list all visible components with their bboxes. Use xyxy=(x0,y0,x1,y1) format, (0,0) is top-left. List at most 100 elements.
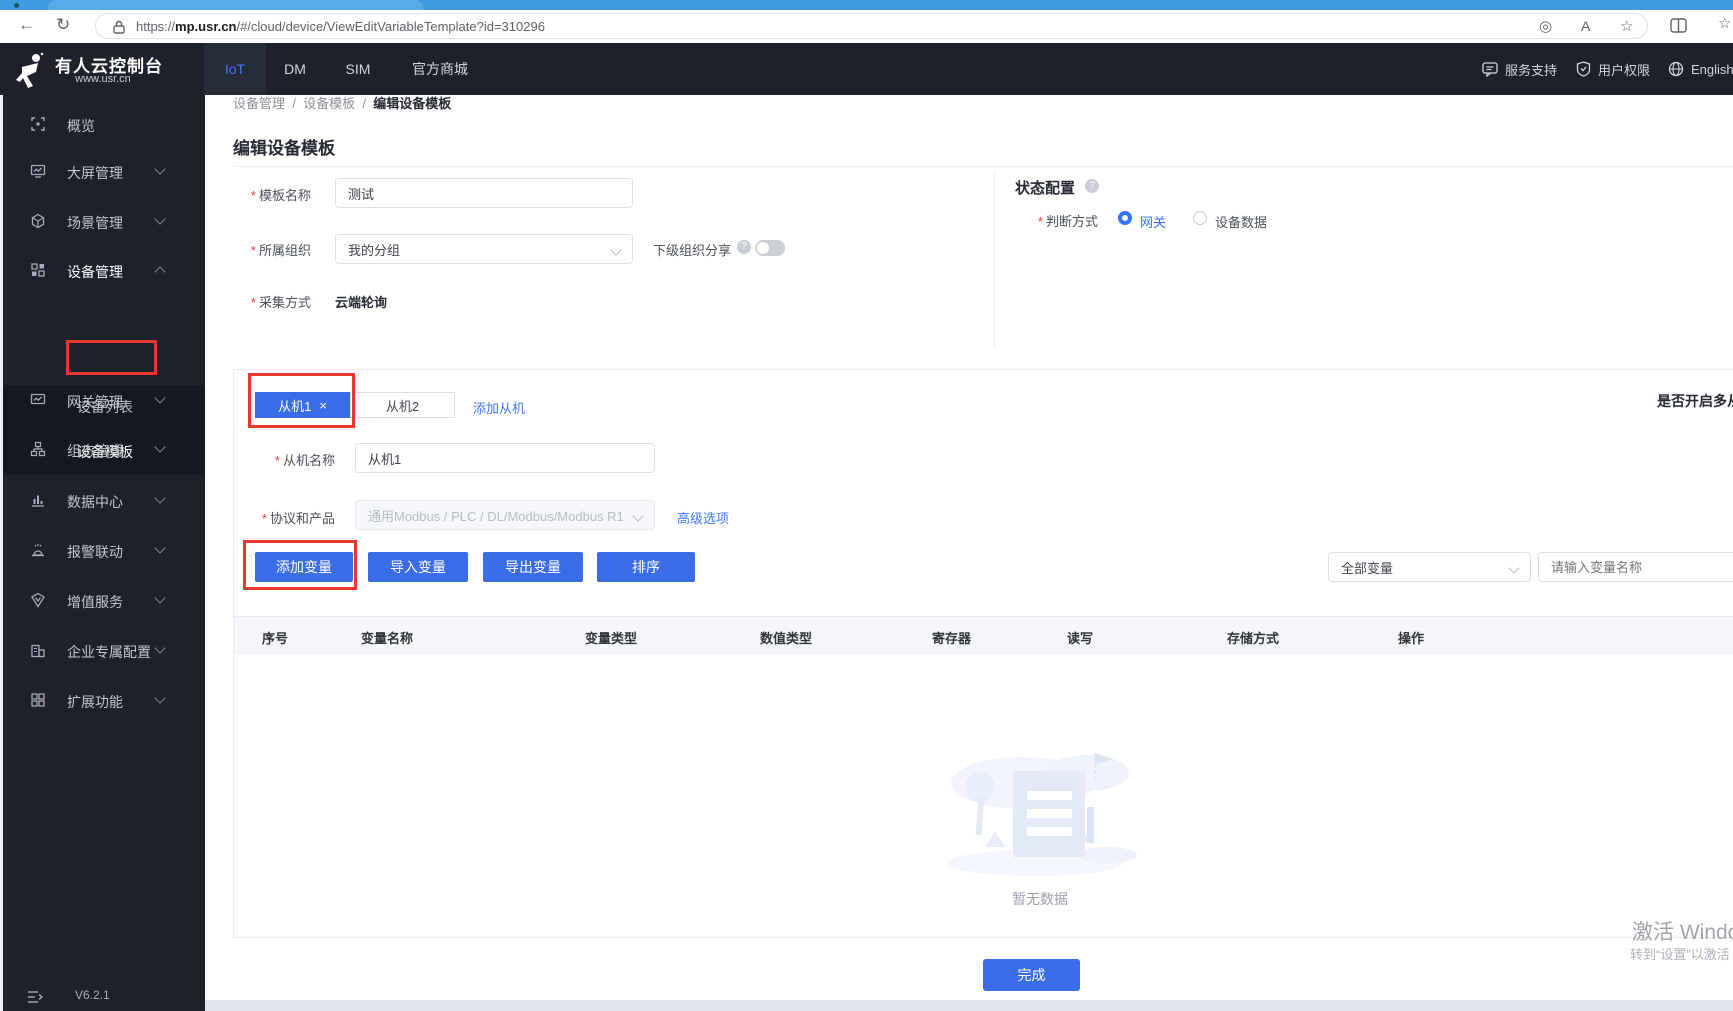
nav-language[interactable]: English xyxy=(1668,43,1733,95)
read-aloud-icon[interactable]: A xyxy=(1581,18,1590,34)
divider xyxy=(994,171,995,348)
chevron-down-icon xyxy=(154,642,166,654)
sidebar-item-scada[interactable]: 组态管理 xyxy=(0,424,205,474)
toggle-knob xyxy=(757,242,769,254)
sidebar-item-label: 增值服务 xyxy=(67,594,123,610)
tab-dm[interactable]: DM xyxy=(266,43,324,95)
refresh-icon[interactable]: ↻ xyxy=(56,15,70,35)
browser-tab[interactable] xyxy=(48,0,423,10)
help-icon[interactable]: ? xyxy=(737,240,751,254)
chat-icon xyxy=(1482,61,1498,77)
slave-tab-label: 从机2 xyxy=(385,398,420,414)
variable-search-input[interactable] xyxy=(1538,552,1733,582)
browser-toolbar: ← ↻ https://mp.usr.cn/#/cloud/device/Vie… xyxy=(0,10,1733,44)
add-slave-link[interactable]: 添加从机 xyxy=(473,398,525,417)
tab-official-store[interactable]: 官方商城 xyxy=(392,43,488,95)
breadcrumb-item[interactable]: 设备管理 xyxy=(233,96,285,111)
sidebar-item-alarm[interactable]: 报警联动 xyxy=(0,525,205,575)
grid-icon xyxy=(31,693,45,707)
col-header-storage: 存储方式 xyxy=(1227,631,1280,646)
breadcrumb: 设备管理 / 设备模板 / 编辑设备模板 xyxy=(233,96,452,111)
protocol-select-value: 通用Modbus / PLC / DL/Modbus/Modbus R1 xyxy=(368,508,624,524)
advanced-options-link[interactable]: 高级选项 xyxy=(677,508,729,527)
nav-user-permission-label: 用户权限 xyxy=(1598,62,1651,78)
sidebar-item-label: 扩展功能 xyxy=(67,694,123,710)
variable-filter-value: 全部变量 xyxy=(1341,560,1394,576)
multi-slave-label: 是否开启多从机 xyxy=(1657,393,1733,409)
sidebar-item-gateway[interactable]: 网关管理 xyxy=(0,375,205,425)
sidebar-item-enterprise[interactable]: 企业专属配置 xyxy=(0,625,205,675)
import-variable-button[interactable]: 导入变量 xyxy=(368,552,468,582)
url-text: https://mp.usr.cn/#/cloud/device/ViewEdi… xyxy=(136,19,545,34)
horizontal-scrollbar[interactable] xyxy=(205,1000,1733,1011)
sidebar-item-scene[interactable]: 场景管理 xyxy=(0,196,205,246)
template-name-label: * 模板名称 xyxy=(250,188,311,203)
breadcrumb-item[interactable]: 设备模板 xyxy=(303,96,355,111)
tab-sim[interactable]: SIM xyxy=(324,43,392,95)
nav-language-label: English xyxy=(1691,61,1733,77)
variable-filter-select[interactable]: 全部变量 xyxy=(1328,552,1531,582)
sidebar-item-label: 场景管理 xyxy=(67,215,123,231)
diamond-shield-icon xyxy=(31,592,45,608)
export-variable-button[interactable]: 导出变量 xyxy=(483,552,583,582)
back-icon[interactable]: ← xyxy=(18,15,35,35)
location-icon[interactable]: ◎ xyxy=(1539,17,1552,35)
template-name-input[interactable] xyxy=(335,178,633,208)
annotation-box-device-template xyxy=(66,340,157,375)
chevron-down-icon xyxy=(154,592,166,604)
sidebar-item-extensions[interactable]: 扩展功能 xyxy=(0,675,205,725)
sidebar-item-device[interactable]: 设备管理 xyxy=(0,245,205,295)
slave-tab-2[interactable]: 从机2 xyxy=(350,392,455,418)
col-header-actions: 操作 xyxy=(1398,631,1425,646)
chevron-down-icon xyxy=(154,213,166,225)
collect-label: * 采集方式 xyxy=(250,295,311,310)
share-label: 下级组织分享 xyxy=(653,243,732,258)
window-edge xyxy=(0,95,3,1011)
sidebar-item-overview[interactable]: 概览 xyxy=(0,99,205,149)
done-button[interactable]: 完成 xyxy=(983,959,1080,991)
tab-iot[interactable]: IoT xyxy=(204,43,266,95)
slave-name-label: * 从机名称 xyxy=(274,453,335,468)
sidebar-item-label: 设备管理 xyxy=(67,264,123,280)
radio-device-data-label[interactable]: 设备数据 xyxy=(1215,212,1267,231)
table-header-row xyxy=(234,616,1733,655)
org-label: * 所属组织 xyxy=(250,243,311,258)
sidebar-item-bigscreen[interactable]: 大屏管理 xyxy=(0,146,205,196)
shield-icon xyxy=(1576,61,1591,77)
org-select-value: 我的分组 xyxy=(348,242,401,258)
annotation-box-add-variable xyxy=(243,540,357,590)
sidebar: 概览 大屏管理 场景管理 设备管理 设备列表 设备模板 网关管理 组态管理 数据… xyxy=(0,95,205,1011)
collections-icon[interactable]: ☆ xyxy=(1718,14,1731,32)
help-icon[interactable]: ? xyxy=(1085,179,1099,193)
bigscreen-icon xyxy=(30,164,46,178)
tab-favicon xyxy=(14,3,19,8)
status-config-title: 状态配置 xyxy=(1015,180,1076,197)
nav-user-permission[interactable]: 用户权限 xyxy=(1576,43,1650,95)
radio-gateway[interactable] xyxy=(1118,211,1132,225)
sidebar-item-datacenter[interactable]: 数据中心 xyxy=(0,475,205,525)
chevron-down-icon xyxy=(154,692,166,704)
share-toggle[interactable] xyxy=(755,240,785,256)
radio-device-data[interactable] xyxy=(1193,211,1207,225)
collapse-sidebar-icon[interactable] xyxy=(27,990,43,1004)
page-title: 编辑设备模板 xyxy=(233,139,335,158)
chevron-down-icon xyxy=(1508,562,1520,574)
favorite-star-icon[interactable]: ☆ xyxy=(1620,17,1633,35)
building-icon xyxy=(31,644,45,658)
device-icon xyxy=(31,263,45,277)
slave-name-input[interactable] xyxy=(355,443,655,473)
bar-chart-icon xyxy=(32,495,44,507)
sort-button[interactable]: 排序 xyxy=(597,552,695,582)
app-window: ← ↻ https://mp.usr.cn/#/cloud/device/Vie… xyxy=(0,0,1733,1011)
org-select[interactable]: 我的分组 xyxy=(335,234,633,264)
address-bar[interactable]: https://mp.usr.cn/#/cloud/device/ViewEdi… xyxy=(95,13,1648,39)
top-navigation: 有人云控制台 www.usr.cn IoT DM SIM 官方商城 服务支持 用… xyxy=(0,43,1733,95)
split-screen-icon[interactable] xyxy=(1670,18,1687,33)
logo-subtitle: www.usr.cn xyxy=(75,73,131,85)
radio-gateway-label[interactable]: 网关 xyxy=(1140,212,1166,231)
chevron-down-icon xyxy=(154,492,166,504)
overview-icon xyxy=(31,117,45,131)
nav-service-support[interactable]: 服务支持 xyxy=(1482,43,1557,95)
col-header-index: 序号 xyxy=(262,631,289,646)
sidebar-item-vas[interactable]: 增值服务 xyxy=(0,575,205,625)
